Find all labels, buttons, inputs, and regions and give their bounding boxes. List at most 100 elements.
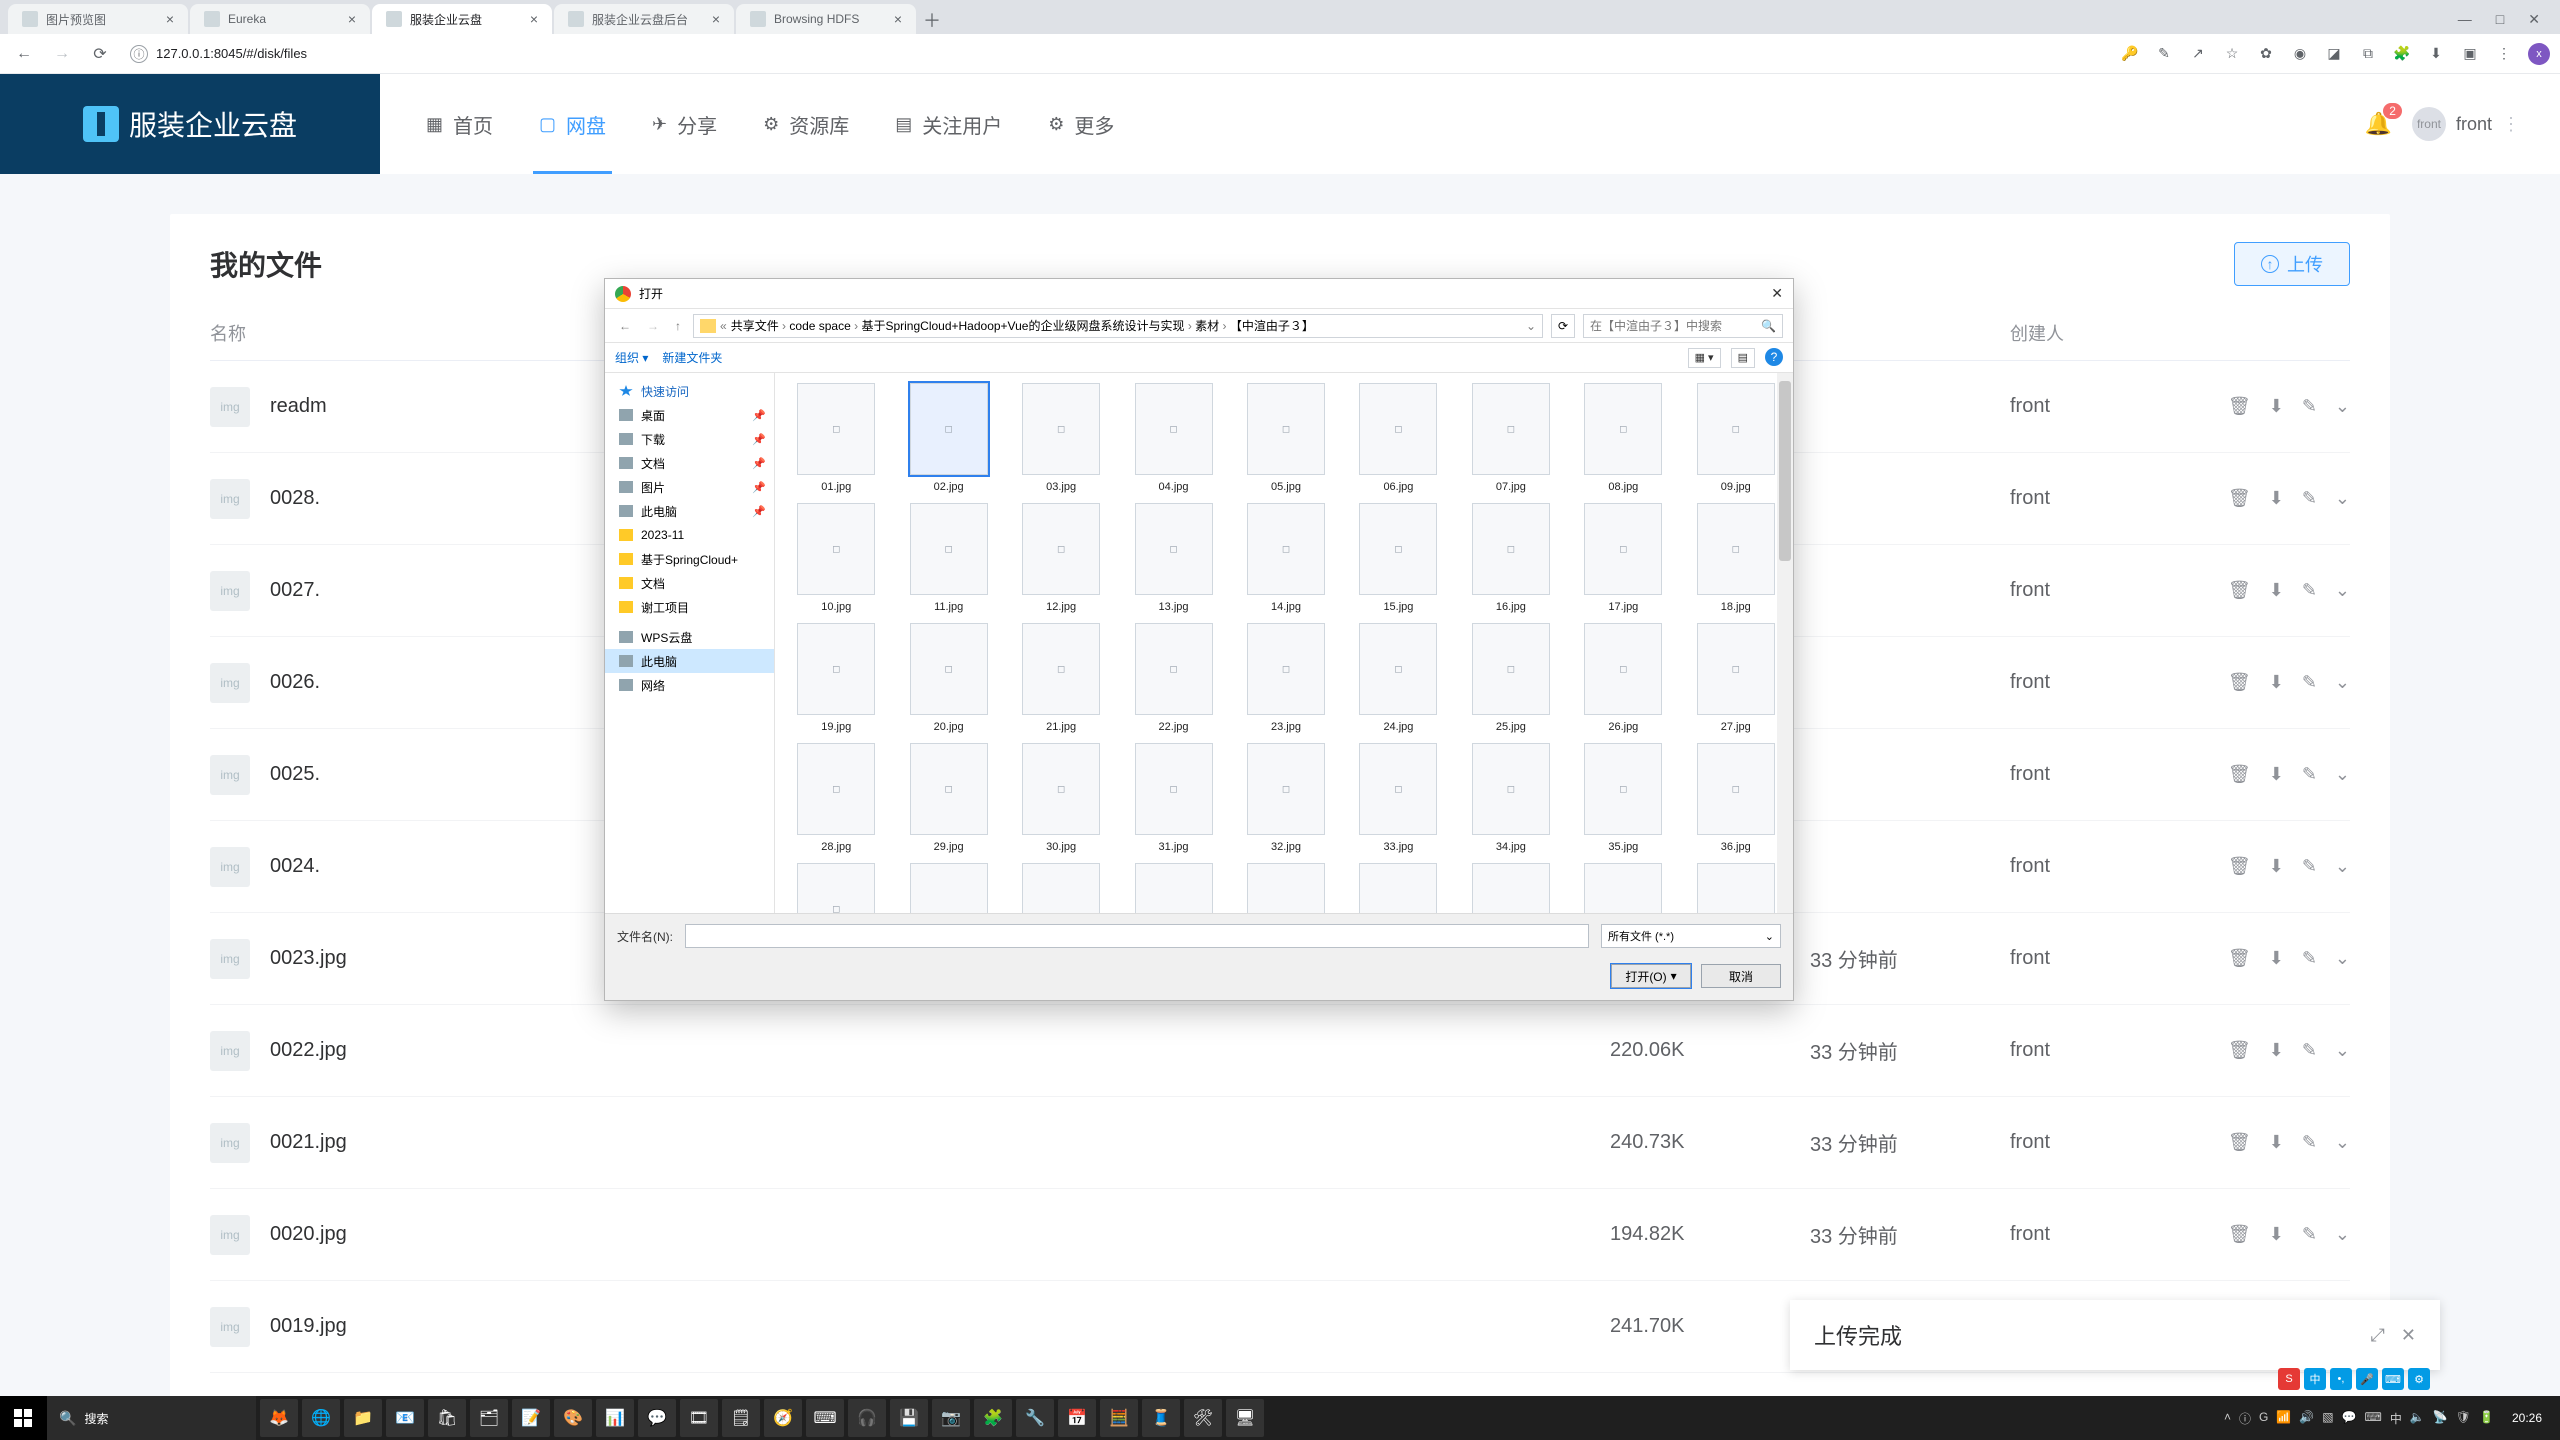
toolbar-icon[interactable]: ◉ [2290,44,2310,64]
breadcrumb-item[interactable]: code space [789,319,850,333]
file-thumbnail[interactable]: ◻04.jpg [1126,383,1220,493]
file-thumbnail[interactable]: ◻37.jpg [789,863,883,913]
file-thumbnail[interactable]: ◻25.jpg [1464,623,1558,733]
file-thumbnail[interactable]: ◻33.jpg [1351,743,1445,853]
tray-icon[interactable]: ˄ [2224,1410,2231,1427]
back-button[interactable]: ← [10,40,38,68]
tray-icon[interactable]: ▧ [2322,1410,2333,1427]
file-thumbnail[interactable]: ◻32.jpg [1239,743,1333,853]
more-icon[interactable]: ⌄ [2335,1132,2350,1153]
edit-icon[interactable]: ✎ [2302,856,2317,877]
browser-tab[interactable]: 图片预览图× [8,4,188,34]
edit-icon[interactable]: ✎ [2302,1224,2317,1245]
file-thumbnail[interactable] [1689,863,1783,913]
delete-icon[interactable]: 🗑 [2228,1040,2251,1061]
profile-avatar[interactable]: x [2528,43,2550,65]
edit-icon[interactable]: ✎ [2302,580,2317,601]
edit-icon[interactable]: ✎ [2302,396,2317,417]
delete-icon[interactable]: 🗑 [2228,396,2251,417]
file-thumbnail[interactable]: ◻24.jpg [1351,623,1445,733]
nav-item[interactable]: ▢网盘 [539,74,606,174]
toolbar-icon[interactable]: ⬇ [2426,44,2446,64]
tray-icon[interactable]: 🔊 [2299,1410,2314,1427]
edit-icon[interactable]: ✎ [2302,488,2317,509]
ime-zh-icon[interactable]: 中 [2304,1368,2326,1390]
path-forward-button[interactable]: → [643,319,663,333]
tab-close-icon[interactable]: × [530,11,538,27]
taskbar-app[interactable]: 📊 [596,1399,634,1437]
tab-close-icon[interactable]: × [166,11,174,27]
browser-tab[interactable]: Eureka× [190,4,370,34]
sidebar-item[interactable]: WPS云盘 [605,625,774,649]
file-thumbnail[interactable]: ◻29.jpg [901,743,995,853]
more-icon[interactable]: ⌄ [2335,580,2350,601]
download-icon[interactable]: ⬇ [2269,488,2284,509]
taskbar-app[interactable]: 🧵 [1142,1399,1180,1437]
toolbar-icon[interactable]: ⧉ [2358,44,2378,64]
download-icon[interactable]: ⬇ [2269,856,2284,877]
table-row[interactable]: img 0022.jpg 220.06K 33 分钟前 front 🗑 ⬇ ✎ … [210,1005,2350,1097]
sidebar-item[interactable]: 谢工项目 [605,595,774,619]
toolbar-icon[interactable]: ✿ [2256,44,2276,64]
toolbar-icon[interactable]: ☆ [2222,44,2242,64]
tab-close-icon[interactable]: × [348,11,356,27]
taskbar-app[interactable]: 🦊 [260,1399,298,1437]
start-button[interactable] [0,1396,46,1440]
path-back-button[interactable]: ← [615,319,635,333]
ime-mic-icon[interactable]: 🎤 [2356,1368,2378,1390]
open-button[interactable]: 打开(O)▾ [1611,964,1691,988]
file-thumbnail[interactable] [1014,863,1108,913]
file-thumbnail[interactable]: ◻08.jpg [1576,383,1670,493]
delete-icon[interactable]: 🗑 [2228,948,2251,969]
file-thumbnail[interactable]: ◻10.jpg [789,503,883,613]
tray-icon[interactable]: 💬 [2342,1410,2357,1427]
path-refresh-button[interactable]: ⟳ [1551,314,1575,338]
toolbar-icon[interactable]: ⋮ [2494,44,2514,64]
file-thumbnail[interactable]: ◻15.jpg [1351,503,1445,613]
file-thumbnail[interactable]: ◻07.jpg [1464,383,1558,493]
nav-item[interactable]: ✈分享 [652,74,717,174]
close-window-button[interactable]: ✕ [2528,11,2540,28]
taskbar-app[interactable]: 🧩 [974,1399,1012,1437]
reload-button[interactable]: ⟳ [86,40,114,68]
tray-icon[interactable]: 🔋 [2479,1410,2494,1427]
file-thumbnail[interactable]: ◻02.jpg [901,383,995,493]
edit-icon[interactable]: ✎ [2302,672,2317,693]
details-pane-button[interactable]: ▤ [1731,348,1755,368]
taskbar-app[interactable]: 📷 [932,1399,970,1437]
more-icon[interactable]: ⌄ [2335,396,2350,417]
ime-toolbar[interactable]: S 中 •, 🎤 ⌨ ⚙ [2278,1368,2430,1390]
file-thumbnail[interactable]: ◻28.jpg [789,743,883,853]
sidebar-item[interactable]: 快速访问 [605,379,774,403]
ime-punct-icon[interactable]: •, [2330,1368,2352,1390]
file-thumbnail[interactable]: ◻16.jpg [1464,503,1558,613]
breadcrumb[interactable]: « 共享文件 › code space › 基于SpringCloud+Hado… [693,314,1543,338]
breadcrumb-item[interactable]: 素材 [1195,319,1219,333]
new-folder-button[interactable]: 新建文件夹 [662,349,722,366]
toolbar-icon[interactable]: 🧩 [2392,44,2412,64]
brand[interactable]: 服装企业云盘 [0,74,380,174]
tray-icon[interactable]: G [2259,1410,2268,1427]
toolbar-icon[interactable]: ↗ [2188,44,2208,64]
edit-icon[interactable]: ✎ [2302,1132,2317,1153]
taskbar-app[interactable]: 🛍 [428,1399,466,1437]
file-thumbnail[interactable]: ◻13.jpg [1126,503,1220,613]
taskbar-app[interactable]: 🗂 [470,1399,508,1437]
file-thumbnail[interactable] [1576,863,1670,913]
minimize-button[interactable]: — [2458,11,2472,27]
file-thumbnail[interactable]: ◻27.jpg [1689,623,1783,733]
file-thumbnail[interactable]: ◻22.jpg [1126,623,1220,733]
taskbar-app[interactable]: 📁 [344,1399,382,1437]
upload-button[interactable]: ↑ 上传 [2234,242,2350,286]
toolbar-icon[interactable]: ✎ [2154,44,2174,64]
toast-close-icon[interactable]: ✕ [2401,1325,2416,1346]
user-chip[interactable]: front front ⋮ [2412,107,2520,141]
tab-close-icon[interactable]: × [894,11,902,27]
download-icon[interactable]: ⬇ [2269,580,2284,601]
file-thumbnail[interactable]: ◻31.jpg [1126,743,1220,853]
download-icon[interactable]: ⬇ [2269,948,2284,969]
dialog-close-button[interactable]: ✕ [1771,285,1783,302]
file-thumbnail[interactable]: ◻17.jpg [1576,503,1670,613]
delete-icon[interactable]: 🗑 [2228,764,2251,785]
more-icon[interactable]: ⌄ [2335,764,2350,785]
